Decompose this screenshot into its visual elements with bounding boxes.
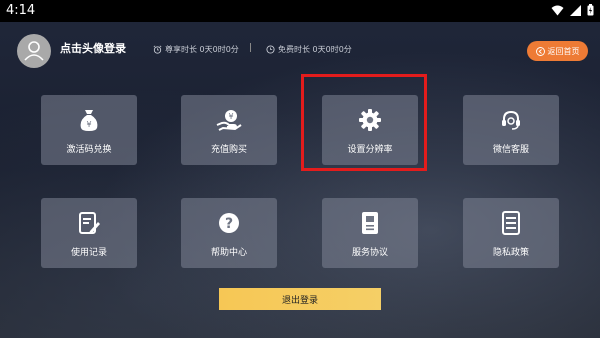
free-time-info: 免费时长 0天0时0分 xyxy=(266,44,352,55)
money-bag-icon: ¥ xyxy=(80,110,98,131)
tile-wechat-service[interactable]: 微信客服 xyxy=(463,95,559,165)
login-prompt[interactable]: 点击头像登录 xyxy=(60,40,126,56)
tile-label: 微信客服 xyxy=(492,145,529,155)
return-arrow-icon xyxy=(535,46,545,56)
tile-activation-code[interactable]: ¥ 激活码兑换 xyxy=(41,95,137,165)
tile-service-agreement[interactable]: 服务协议 xyxy=(322,198,418,268)
return-home-button[interactable]: 返回首页 xyxy=(527,41,588,61)
tile-usage-record[interactable]: 使用记录 xyxy=(41,198,137,268)
tile-label: 服务协议 xyxy=(351,248,388,258)
wifi-icon xyxy=(551,5,564,15)
record-icon xyxy=(79,212,100,234)
status-bar: 4:14 xyxy=(0,0,600,22)
status-time: 4:14 xyxy=(6,3,36,18)
headset-icon xyxy=(502,110,520,130)
tile-privacy-policy[interactable]: 隐私政策 xyxy=(463,198,559,268)
highlight-box xyxy=(301,74,427,171)
divider xyxy=(250,43,251,52)
svg-text:¥: ¥ xyxy=(228,112,233,121)
signal-icon xyxy=(570,4,581,16)
help-icon: ? xyxy=(219,213,239,233)
tile-label: 隐私政策 xyxy=(492,248,529,258)
hand-coin-icon: ¥ xyxy=(216,110,242,131)
user-icon xyxy=(24,41,44,61)
tile-recharge[interactable]: ¥ 充值购买 xyxy=(181,95,277,165)
clock-icon xyxy=(266,45,275,54)
svg-text:¥: ¥ xyxy=(86,120,91,129)
free-time-text: 免费时长 0天0时0分 xyxy=(278,45,352,54)
avatar[interactable] xyxy=(17,34,51,68)
tile-label: 激活码兑换 xyxy=(66,145,112,155)
logout-button[interactable]: 退出登录 xyxy=(219,288,381,310)
policy-icon xyxy=(502,211,520,235)
tile-help-center[interactable]: ? 帮助中心 xyxy=(181,198,277,268)
tile-label: 帮助中心 xyxy=(210,248,247,258)
vip-time-info: 尊享时长 0天0时0分 xyxy=(153,44,239,55)
return-home-label: 返回首页 xyxy=(547,46,580,56)
document-icon xyxy=(362,212,378,234)
tile-label: 使用记录 xyxy=(70,248,107,258)
alarm-clock-icon xyxy=(153,45,162,54)
vip-time-text: 尊享时长 0天0时0分 xyxy=(165,45,239,54)
battery-icon xyxy=(587,4,594,16)
tile-label: 充值购买 xyxy=(210,145,247,155)
status-icons xyxy=(551,4,594,16)
logout-label: 退出登录 xyxy=(281,295,318,306)
svg-text:?: ? xyxy=(225,216,233,232)
